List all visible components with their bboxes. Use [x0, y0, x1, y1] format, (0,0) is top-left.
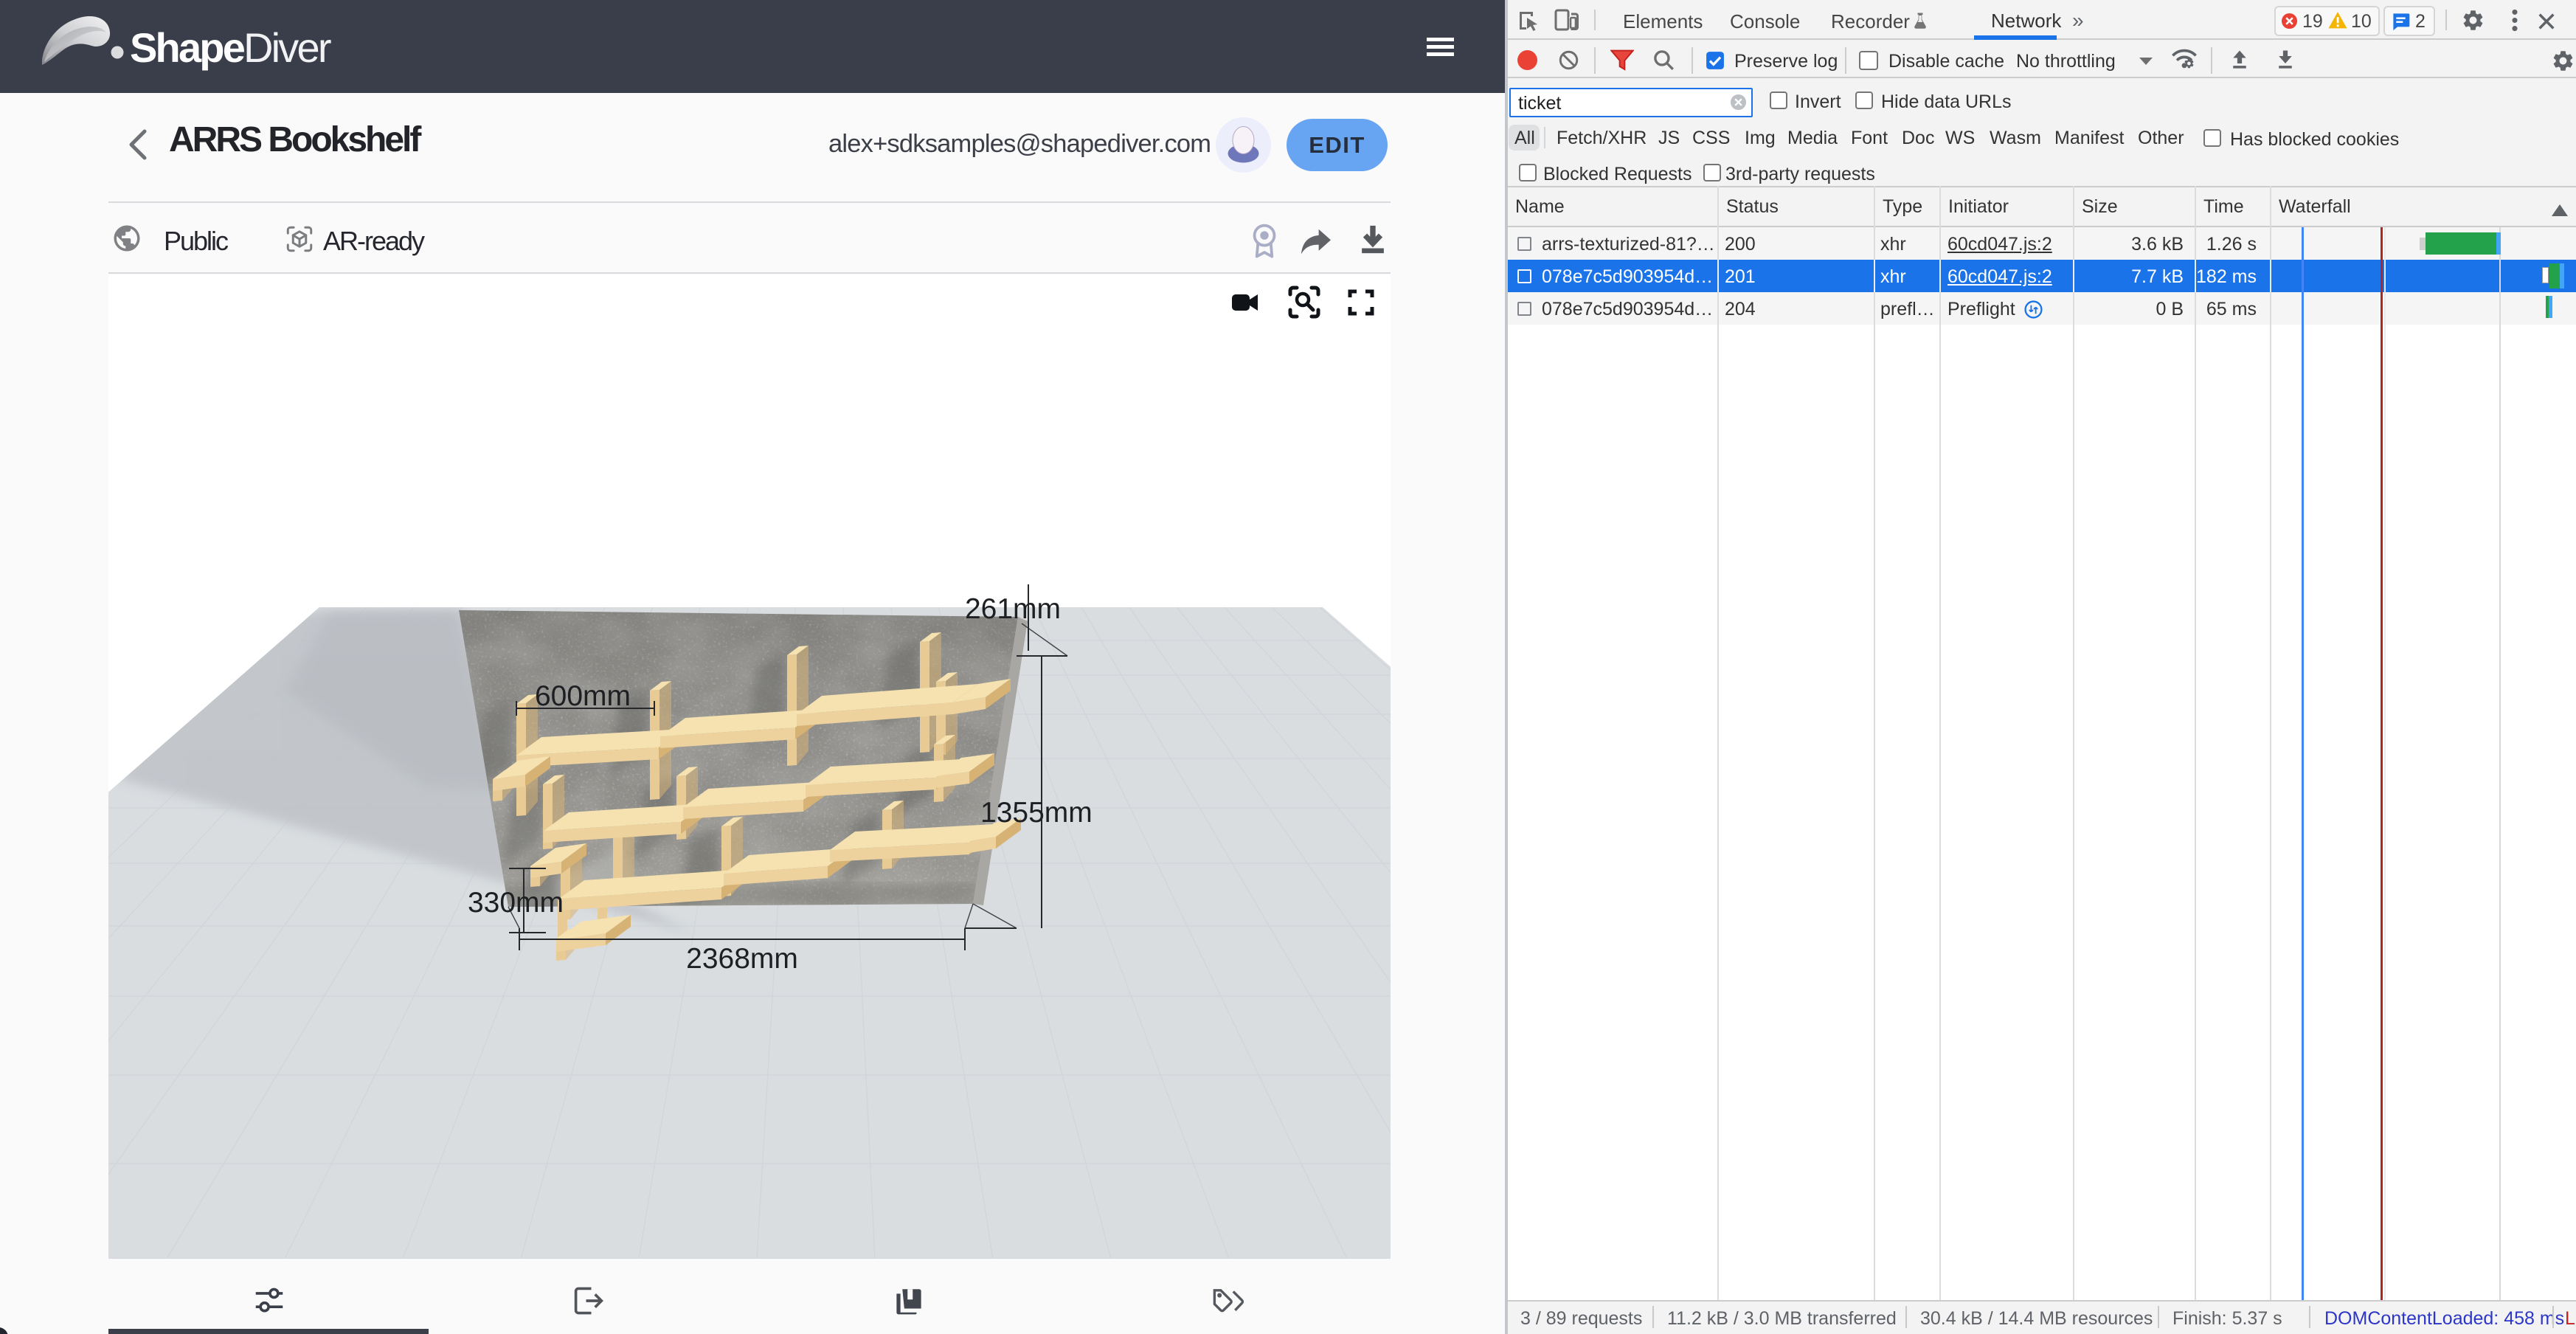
svg-text:2368mm: 2368mm [686, 943, 798, 975]
svg-text:Shape: Shape [130, 24, 245, 71]
svg-text:600mm: 600mm [535, 680, 631, 712]
svg-text:Diver: Diver [243, 24, 331, 71]
svg-text:330mm: 330mm [468, 887, 564, 919]
svg-text:261mm: 261mm [965, 593, 1061, 625]
svg-text:1355mm: 1355mm [980, 797, 1093, 829]
